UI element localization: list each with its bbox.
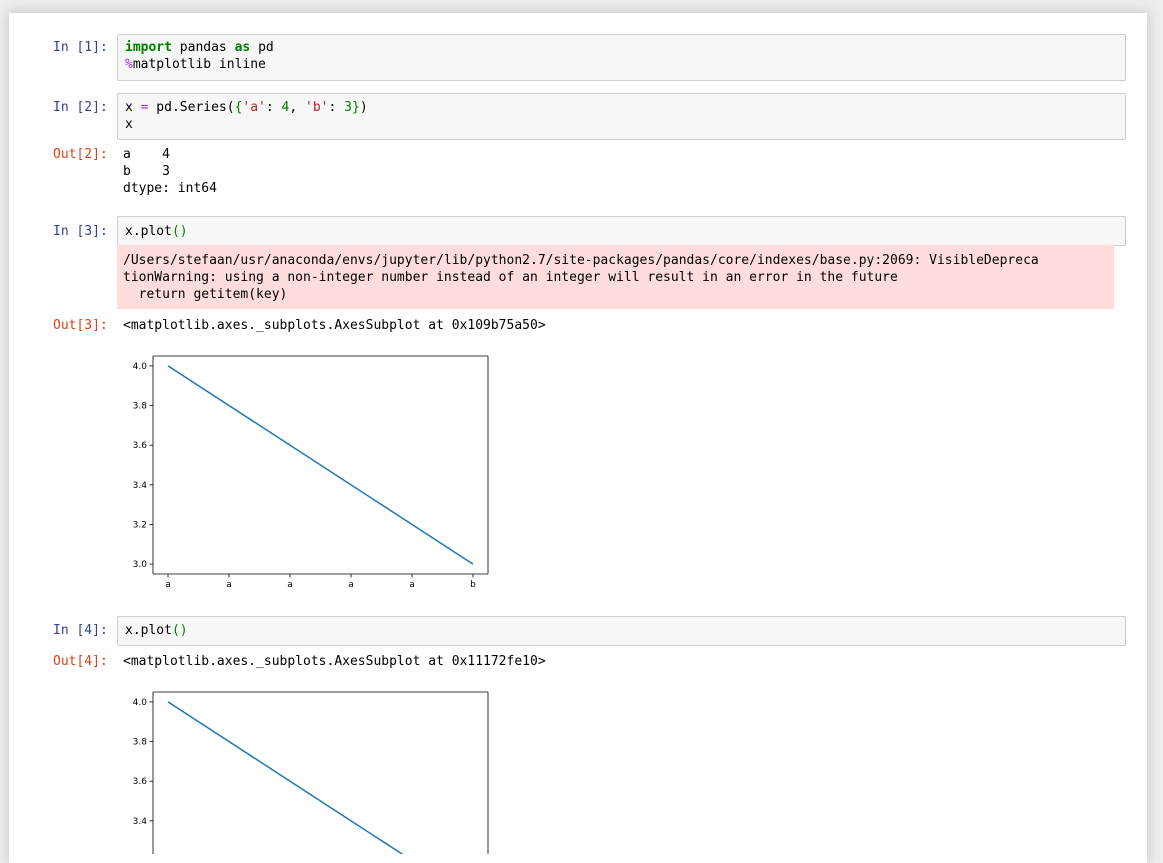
cell-3-code-line-1: x.plot()	[125, 224, 188, 239]
cell-1-in-prompt: In [1]:	[53, 40, 108, 55]
plot-1-y-tick-label: 4.0	[133, 362, 148, 372]
keyword-as: as	[234, 40, 251, 55]
key-b: 'b'	[305, 100, 329, 115]
plot-1-x-tick-label: a	[409, 580, 415, 590]
colon: :	[265, 100, 282, 115]
right-paren: )	[359, 100, 368, 115]
plot-1-y-tick-label: 3.0	[133, 560, 148, 570]
cell-4-code-line-1: x.plot()	[125, 623, 188, 638]
plot-1-x-tick-label: b	[470, 580, 476, 590]
keyword-import: import	[125, 40, 172, 55]
plot-2-y-tick-label: 3.4	[133, 817, 148, 827]
plot-1-x-tick-label: a	[165, 580, 171, 590]
plot-1-x-tick-label: a	[348, 580, 354, 590]
cell-4-in-prompt: In [4]:	[53, 623, 108, 638]
cell-2-in-prompt: In [2]:	[53, 100, 108, 115]
notebook-container: In [1]: import pandas as pd %matplotlib …	[9, 13, 1147, 863]
cell-4-out-prompt: Out[4]:	[53, 654, 108, 669]
module-name: pandas	[171, 40, 235, 55]
cell-1-code-input[interactable]: import pandas as pd %matplotlib inline	[117, 34, 1126, 81]
plot-1-y-tick-label: 3.6	[133, 441, 148, 451]
call-parens: ()	[171, 623, 188, 638]
right-brace: }	[352, 100, 360, 115]
plot-call: x.plot	[125, 623, 172, 638]
plot-1-y-tick-label: 3.2	[133, 520, 147, 530]
cell-4-output-text: <matplotlib.axes._subplots.AxesSubplot a…	[123, 654, 546, 669]
plot-2-y-tick-label: 3.8	[133, 738, 148, 748]
magic-percent: %	[125, 57, 133, 72]
cell-2-code-line-1: x = pd.Series({'a': 4, 'b': 3})	[125, 100, 368, 115]
cell-1-code-line-2: %matplotlib inline	[125, 57, 266, 72]
plot-1-y-tick-label: 3.4	[133, 481, 148, 491]
call-parens: ()	[171, 224, 188, 239]
comma: ,	[289, 100, 306, 115]
plot-1-x-tick-label: a	[287, 580, 293, 590]
key-a: 'a'	[242, 100, 266, 115]
cell-1-code-line-1: import pandas as pd	[125, 40, 274, 55]
stderr-line-3: return getitem(key)	[123, 287, 288, 302]
cell-2-out-prompt: Out[2]:	[53, 147, 108, 162]
plot-2-y-tick-label: 4.0	[133, 698, 148, 708]
plot-1-series-line	[167, 365, 474, 565]
cell-3-stderr-output: /Users/stefaan/usr/anaconda/envs/jupyter…	[117, 245, 1114, 309]
magic-command: matplotlib inline	[132, 57, 266, 72]
colon: :	[328, 100, 345, 115]
plot-call: x.plot	[125, 224, 172, 239]
cell-3-output-text: <matplotlib.axes._subplots.AxesSubplot a…	[123, 318, 546, 333]
series-call: pd.Series(	[148, 100, 235, 115]
plot-1-y-tick-label: 3.8	[133, 402, 148, 412]
cell-2-code-input[interactable]: x = pd.Series({'a': 4, 'b': 3}) x	[117, 93, 1126, 140]
cell-3-out-prompt: Out[3]:	[53, 318, 108, 333]
cell-2-output-line-1: a 4	[123, 147, 170, 162]
cell-3-in-prompt: In [3]:	[53, 224, 108, 239]
variable: x	[125, 100, 141, 115]
stderr-line-2: tionWarning: using a non-integer number …	[123, 270, 898, 285]
cell-2-code-line-2: x	[125, 117, 133, 132]
cell-2-output-line-2: b 3	[123, 164, 170, 179]
cell-4-line-plot: 3.4 3.6 3.8 4.0	[133, 691, 489, 854]
plot-2-y-tick-label: 3.6	[133, 777, 148, 787]
plot-2-series-line	[167, 701, 404, 854]
cell-3-line-plot: 3.0 3.2 3.4 3.6 3.8 4.0 a a a a a b	[133, 355, 489, 590]
plot-1-x-tick-label: a	[226, 580, 232, 590]
cell-2-output-line-3: dtype: int64	[123, 181, 217, 196]
module-alias: pd	[250, 40, 274, 55]
stderr-line-1: /Users/stefaan/usr/anaconda/envs/jupyter…	[123, 253, 1039, 268]
cell-3-code-input[interactable]: x.plot()	[117, 216, 1126, 246]
value-b: 3	[344, 100, 352, 115]
cell-4-code-input[interactable]: x.plot()	[117, 616, 1126, 646]
